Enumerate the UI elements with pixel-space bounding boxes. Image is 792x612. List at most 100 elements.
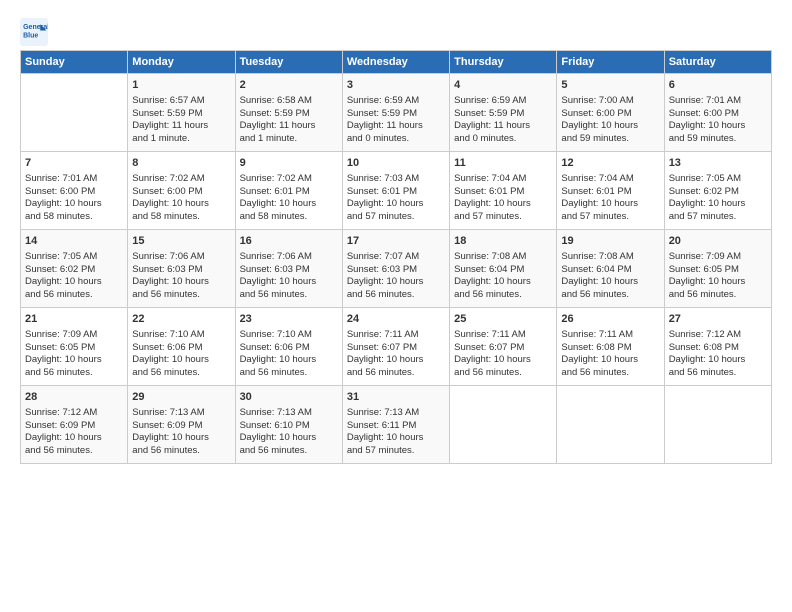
day-info-line: Sunrise: 7:04 AM xyxy=(454,173,552,186)
day-info-line: Daylight: 10 hours xyxy=(132,276,230,289)
day-info-line: Daylight: 10 hours xyxy=(132,432,230,445)
day-info-line: Daylight: 10 hours xyxy=(561,198,659,211)
calendar-table: SundayMondayTuesdayWednesdayThursdayFrid… xyxy=(20,50,772,464)
day-cell: 5Sunrise: 7:00 AMSunset: 6:00 PMDaylight… xyxy=(557,74,664,152)
day-cell: 23Sunrise: 7:10 AMSunset: 6:06 PMDayligh… xyxy=(235,308,342,386)
day-info-line: and 56 minutes. xyxy=(669,289,767,302)
day-info-line: Sunset: 6:04 PM xyxy=(454,264,552,277)
day-info-line: Daylight: 11 hours xyxy=(240,120,338,133)
day-cell: 30Sunrise: 7:13 AMSunset: 6:10 PMDayligh… xyxy=(235,386,342,464)
day-info-line: Daylight: 10 hours xyxy=(25,198,123,211)
day-number: 23 xyxy=(240,312,338,327)
day-cell: 31Sunrise: 7:13 AMSunset: 6:11 PMDayligh… xyxy=(342,386,449,464)
day-info-line: and 56 minutes. xyxy=(132,367,230,380)
day-info-line: and 56 minutes. xyxy=(347,289,445,302)
day-info-line: Sunset: 6:04 PM xyxy=(561,264,659,277)
logo-icon: General Blue xyxy=(20,18,48,46)
day-cell: 2Sunrise: 6:58 AMSunset: 5:59 PMDaylight… xyxy=(235,74,342,152)
day-info-line: Sunset: 6:01 PM xyxy=(240,186,338,199)
col-header-wednesday: Wednesday xyxy=(342,51,449,74)
day-info-line: and 57 minutes. xyxy=(454,211,552,224)
day-info-line: Daylight: 10 hours xyxy=(25,276,123,289)
day-info-line: Sunrise: 7:09 AM xyxy=(669,251,767,264)
day-info-line: Sunrise: 7:09 AM xyxy=(25,329,123,342)
day-info-line: and 59 minutes. xyxy=(669,133,767,146)
day-info-line: Sunrise: 6:59 AM xyxy=(454,95,552,108)
day-cell: 17Sunrise: 7:07 AMSunset: 6:03 PMDayligh… xyxy=(342,230,449,308)
day-info-line: Daylight: 10 hours xyxy=(669,276,767,289)
day-info-line: and 56 minutes. xyxy=(240,367,338,380)
day-info-line: Sunrise: 7:06 AM xyxy=(132,251,230,264)
day-info-line: Daylight: 10 hours xyxy=(240,354,338,367)
day-info-line: Sunset: 6:05 PM xyxy=(25,342,123,355)
day-number: 28 xyxy=(25,390,123,405)
day-cell: 18Sunrise: 7:08 AMSunset: 6:04 PMDayligh… xyxy=(450,230,557,308)
day-cell: 1Sunrise: 6:57 AMSunset: 5:59 PMDaylight… xyxy=(128,74,235,152)
day-info-line: Sunset: 5:59 PM xyxy=(132,108,230,121)
day-cell: 28Sunrise: 7:12 AMSunset: 6:09 PMDayligh… xyxy=(21,386,128,464)
week-row-1: 1Sunrise: 6:57 AMSunset: 5:59 PMDaylight… xyxy=(21,74,772,152)
day-cell: 22Sunrise: 7:10 AMSunset: 6:06 PMDayligh… xyxy=(128,308,235,386)
day-info-line: Daylight: 10 hours xyxy=(669,354,767,367)
header-row-days: SundayMondayTuesdayWednesdayThursdayFrid… xyxy=(21,51,772,74)
day-info-line: and 57 minutes. xyxy=(669,211,767,224)
day-info-line: and 56 minutes. xyxy=(25,289,123,302)
header-row: General Blue xyxy=(20,18,772,46)
day-info-line: Sunset: 6:05 PM xyxy=(669,264,767,277)
day-cell: 25Sunrise: 7:11 AMSunset: 6:07 PMDayligh… xyxy=(450,308,557,386)
day-info-line: Sunset: 6:00 PM xyxy=(25,186,123,199)
calendar-container: General Blue SundayMondayTuesdayWednesda… xyxy=(0,0,792,474)
day-info-line: Sunset: 6:09 PM xyxy=(132,420,230,433)
week-row-4: 21Sunrise: 7:09 AMSunset: 6:05 PMDayligh… xyxy=(21,308,772,386)
svg-text:Blue: Blue xyxy=(23,32,38,39)
day-number: 16 xyxy=(240,234,338,249)
day-number: 29 xyxy=(132,390,230,405)
day-info-line: Daylight: 10 hours xyxy=(132,198,230,211)
day-info-line: Sunset: 5:59 PM xyxy=(240,108,338,121)
day-info-line: Sunset: 6:07 PM xyxy=(347,342,445,355)
day-info-line: Sunset: 6:00 PM xyxy=(669,108,767,121)
day-info-line: Sunset: 6:10 PM xyxy=(240,420,338,433)
day-number: 13 xyxy=(669,156,767,171)
day-info-line: Sunrise: 7:11 AM xyxy=(454,329,552,342)
day-info-line: Sunset: 6:09 PM xyxy=(25,420,123,433)
col-header-monday: Monday xyxy=(128,51,235,74)
day-info-line: and 58 minutes. xyxy=(240,211,338,224)
day-info-line: and 56 minutes. xyxy=(132,289,230,302)
day-info-line: and 0 minutes. xyxy=(454,133,552,146)
day-info-line: Daylight: 10 hours xyxy=(240,276,338,289)
day-info-line: and 56 minutes. xyxy=(132,445,230,458)
day-info-line: Daylight: 10 hours xyxy=(347,354,445,367)
day-cell: 16Sunrise: 7:06 AMSunset: 6:03 PMDayligh… xyxy=(235,230,342,308)
day-info-line: Sunset: 6:01 PM xyxy=(561,186,659,199)
day-cell: 6Sunrise: 7:01 AMSunset: 6:00 PMDaylight… xyxy=(664,74,771,152)
day-number: 27 xyxy=(669,312,767,327)
day-number: 9 xyxy=(240,156,338,171)
day-info-line: and 56 minutes. xyxy=(347,367,445,380)
day-info-line: and 58 minutes. xyxy=(132,211,230,224)
week-row-5: 28Sunrise: 7:12 AMSunset: 6:09 PMDayligh… xyxy=(21,386,772,464)
day-info-line: Sunset: 6:01 PM xyxy=(347,186,445,199)
day-info-line: Daylight: 10 hours xyxy=(347,432,445,445)
day-info-line: and 56 minutes. xyxy=(240,289,338,302)
day-cell: 19Sunrise: 7:08 AMSunset: 6:04 PMDayligh… xyxy=(557,230,664,308)
day-info-line: Daylight: 11 hours xyxy=(454,120,552,133)
day-number: 12 xyxy=(561,156,659,171)
day-info-line: Sunset: 6:02 PM xyxy=(669,186,767,199)
day-info-line: Sunrise: 7:12 AM xyxy=(25,407,123,420)
day-info-line: Sunset: 6:08 PM xyxy=(669,342,767,355)
day-cell: 7Sunrise: 7:01 AMSunset: 6:00 PMDaylight… xyxy=(21,152,128,230)
day-info-line: Daylight: 10 hours xyxy=(561,354,659,367)
day-number: 2 xyxy=(240,78,338,93)
day-number: 7 xyxy=(25,156,123,171)
day-number: 18 xyxy=(454,234,552,249)
day-number: 8 xyxy=(132,156,230,171)
day-info-line: Sunset: 6:06 PM xyxy=(132,342,230,355)
day-cell xyxy=(557,386,664,464)
day-info-line: Sunrise: 6:57 AM xyxy=(132,95,230,108)
day-info-line: Sunset: 6:11 PM xyxy=(347,420,445,433)
day-info-line: and 1 minute. xyxy=(240,133,338,146)
day-cell xyxy=(21,74,128,152)
day-info-line: Sunrise: 6:59 AM xyxy=(347,95,445,108)
day-info-line: and 56 minutes. xyxy=(454,367,552,380)
